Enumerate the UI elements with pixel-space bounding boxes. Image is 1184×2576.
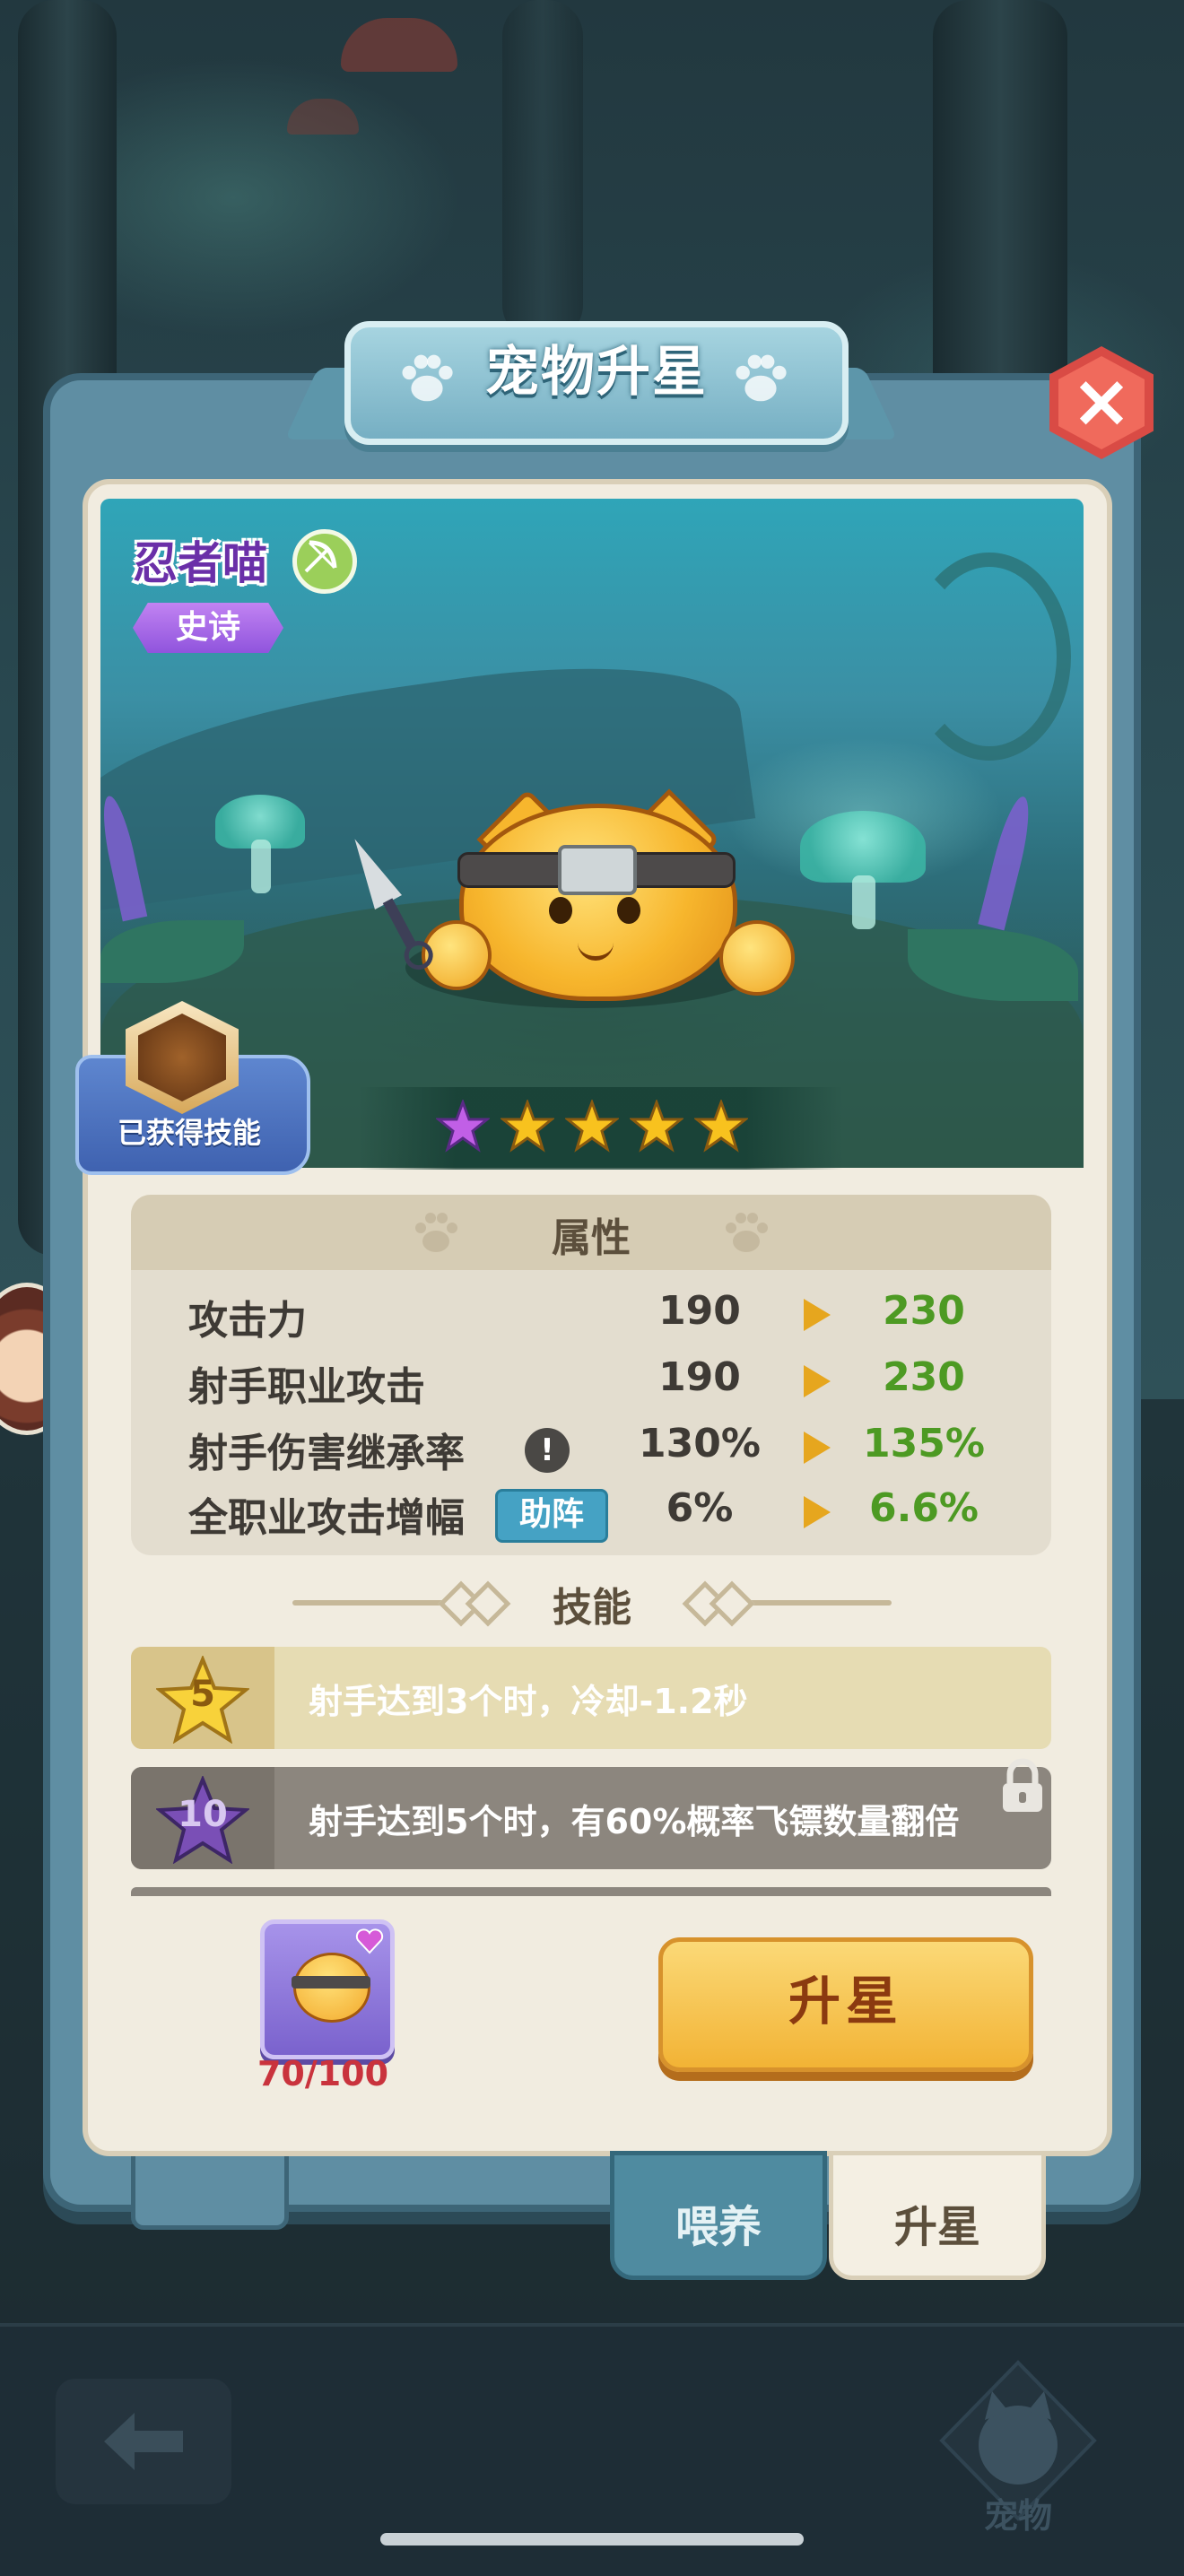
stat-row: 射手伤害继承率 ! 130% 135%	[188, 1421, 996, 1476]
back-arrow-icon	[104, 2413, 183, 2470]
frame-bookmark-decoration	[131, 2144, 289, 2230]
pet-name: 忍者喵	[133, 537, 267, 589]
star-icon	[565, 1100, 619, 1153]
stat-current: 6%	[666, 1485, 734, 1531]
owned-skill-label: 已获得技能	[117, 1116, 261, 1150]
star-icon	[436, 1100, 490, 1153]
pet-nav-label: 宠物	[983, 2496, 1052, 2536]
home-indicator[interactable]	[380, 2533, 804, 2546]
dialog-title: 宠物升星	[485, 341, 708, 404]
tab-feed-label: 喂养	[675, 2202, 762, 2252]
stat-next: 230	[883, 1288, 965, 1334]
archer-class-icon	[292, 529, 357, 594]
tab-feed[interactable]: 喂养	[610, 2151, 827, 2280]
back-button[interactable]	[56, 2379, 231, 2504]
stat-row: 射手职业攻击 190 230	[188, 1354, 996, 1410]
skill-level: 10	[178, 1794, 228, 1835]
star-icon	[694, 1100, 748, 1153]
stat-label: 射手职业攻击	[188, 1364, 425, 1410]
stat-row: 全职业攻击增幅 助阵 6% 6.6%	[188, 1485, 996, 1543]
close-button[interactable]: ×	[1049, 346, 1154, 459]
skills-title: 技能	[553, 1585, 631, 1631]
close-icon: ×	[1070, 359, 1133, 444]
tab-star-up-label: 升星	[893, 2202, 980, 2252]
stat-next: 135%	[863, 1421, 985, 1466]
tab-star-up[interactable]: 升星	[829, 2151, 1046, 2280]
stat-next: 230	[883, 1354, 965, 1400]
stat-next: 6.6%	[868, 1485, 979, 1531]
ninja-cat-pet	[341, 768, 795, 1001]
attributes-title: 属性	[552, 1215, 631, 1261]
stat-current: 130%	[639, 1421, 761, 1466]
stat-current: 190	[658, 1288, 741, 1334]
star-up-button-label: 升星	[788, 1971, 903, 2032]
star-icon	[630, 1100, 683, 1153]
stat-row: 攻击力 190 230	[188, 1288, 996, 1344]
heart-icon	[355, 1928, 384, 1954]
skill-row[interactable]: 5 射手达到3个时，冷却-1.2秒	[131, 1647, 1051, 1749]
star-icon	[501, 1100, 554, 1153]
stat-label: 攻击力	[188, 1298, 307, 1344]
skill-row-partial	[131, 1887, 1051, 1896]
skill-description: 射手达到3个时，冷却-1.2秒	[309, 1682, 748, 1721]
stat-current: 190	[658, 1354, 741, 1400]
pet-shard-item[interactable]	[260, 1919, 395, 2059]
skill-description: 射手达到5个时，有60%概率飞镖数量翻倍	[309, 1802, 960, 1841]
rarity-label: 史诗	[175, 609, 240, 646]
stat-label: 射手伤害继承率	[188, 1431, 465, 1476]
lock-icon	[1003, 1758, 1042, 1812]
stat-label: 全职业攻击增幅	[188, 1495, 465, 1541]
skill-row[interactable]: 10 射手达到5个时，有60%概率飞镖数量翻倍	[131, 1767, 1051, 1869]
info-icon[interactable]: !	[525, 1428, 570, 1473]
skill-level: 5	[190, 1674, 215, 1715]
item-count: 70/100	[257, 2054, 389, 2093]
